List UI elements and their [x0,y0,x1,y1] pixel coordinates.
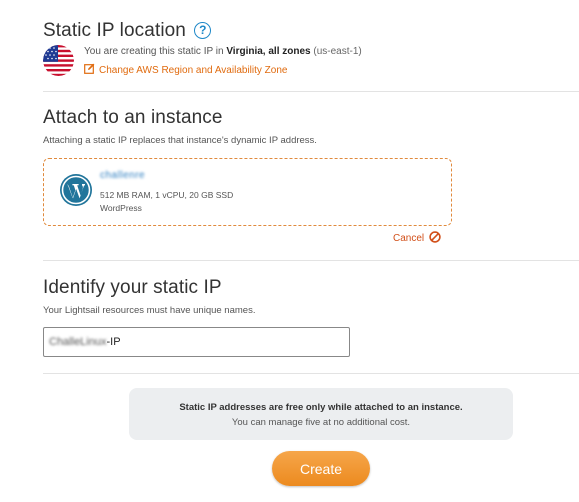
edit-icon [84,63,95,74]
instance-card[interactable]: challenre 512 MB RAM, 1 vCPU, 20 GB SSD … [43,158,452,226]
divider [43,373,579,374]
change-region-label: Change AWS Region and Availability Zone [99,65,288,76]
attach-description: Attaching a static IP replaces that inst… [43,135,317,146]
instance-specs: 512 MB RAM, 1 vCPU, 20 GB SSD [100,190,234,200]
identify-static-ip-title: Identify your static IP [43,277,222,298]
divider [43,260,579,261]
divider [43,91,579,92]
help-icon[interactable]: ? [194,22,212,39]
change-region-link[interactable]: Change AWS Region and Availability Zone [84,63,287,76]
instance-name: challenre [100,170,146,181]
us-flag-icon [43,45,74,76]
region-prefix: You are creating this static IP in [84,46,227,57]
identify-description: Your Lightsail resources must have uniqu… [43,305,256,316]
cancel-icon [429,231,441,243]
cancel-label: Cancel [393,233,425,244]
region-info: You are creating this static IP in Virgi… [84,46,362,57]
wordpress-icon [59,173,93,207]
create-button[interactable]: Create [272,451,370,486]
input-value-suffix: -IP [106,336,121,348]
pricing-info-box: Static IP addresses are free only while … [129,388,513,440]
static-ip-name-input[interactable]: ChalleLinux -IP [43,327,350,357]
pricing-info-strong: Static IP addresses are free only while … [179,402,463,413]
pricing-info-sub: You can manage five at no additional cos… [231,417,411,428]
cancel-attach-link[interactable]: Cancel [393,231,441,244]
instance-blueprint: WordPress [100,203,142,213]
static-ip-location-heading: Static IP location ? [43,20,212,42]
region-code: (us-east-1) [313,46,362,57]
region-name: Virginia, all zones [226,46,311,57]
input-value-blurred: ChalleLinux [49,336,107,348]
static-ip-location-title: Static IP location [43,20,186,41]
attach-instance-title: Attach to an instance [43,107,223,128]
